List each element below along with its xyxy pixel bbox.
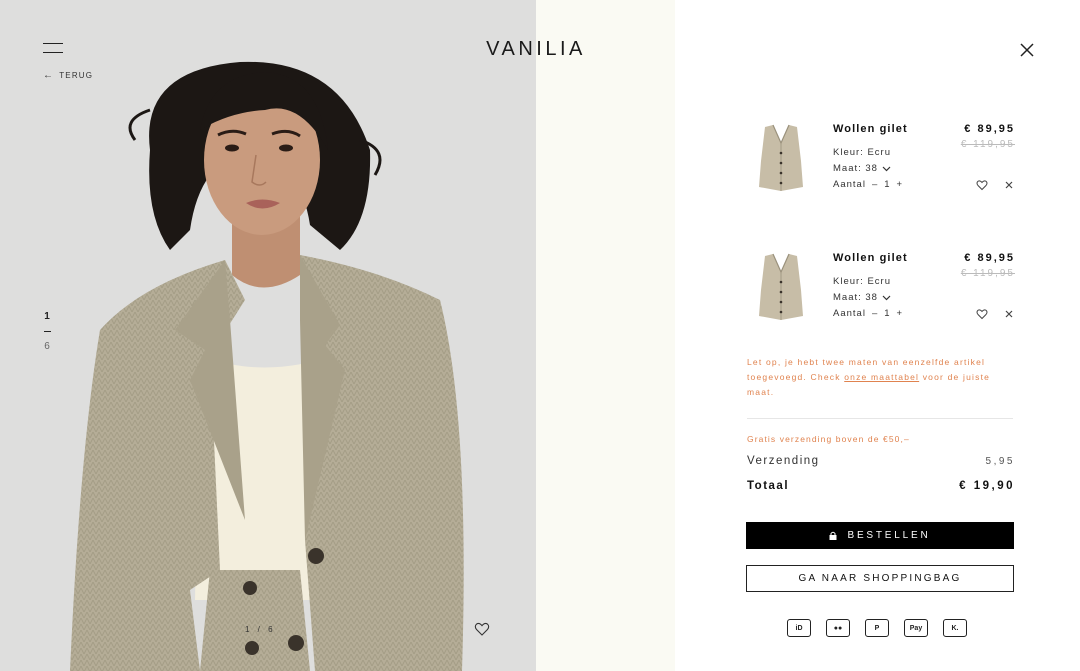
shipping-value: 5,95 <box>985 456 1015 467</box>
apple-pay-icon: Pay <box>904 619 928 637</box>
item-price: € 89,95 <box>964 252 1015 264</box>
arrow-left-icon: ← <box>43 69 55 81</box>
item-price: € 89,95 <box>964 123 1015 135</box>
size-label: Maat: 38 <box>833 163 878 174</box>
quantity-label: Aantal <box>833 179 866 190</box>
shoppingbag-button[interactable]: GA NAAR SHOPPINGBAG <box>746 565 1014 592</box>
chevron-down-icon <box>882 295 891 300</box>
shipping-label: Verzending <box>747 455 820 467</box>
brand-logo[interactable]: VANILIA <box>436 38 636 61</box>
chevron-down-icon <box>882 166 891 171</box>
free-shipping-note: Gratis verzending boven de €50,– <box>747 434 910 444</box>
slide-counter: 1 6 <box>42 311 52 352</box>
quantity-stepper: Aantal – 1 + <box>833 308 903 319</box>
model-illustration <box>0 0 536 671</box>
size-warning: Let op, je hebt twee maten van eenzelfde… <box>747 355 997 400</box>
slide-divider <box>43 331 51 332</box>
product-thumbnail[interactable] <box>751 121 811 193</box>
shipping-row: Verzending 5,95 <box>747 455 1015 467</box>
order-button[interactable]: BESTELLEN <box>746 522 1014 549</box>
remove-icon[interactable] <box>1003 308 1015 320</box>
heart-icon[interactable] <box>976 179 988 191</box>
slide-total: 6 <box>44 341 50 352</box>
quantity-minus-button[interactable]: – <box>872 179 878 190</box>
klarna-icon: K. <box>943 619 967 637</box>
cart-panel: Wollen gilet € 89,95 € 119,95 Kleur: Ecr… <box>675 0 1080 671</box>
paypal-icon: P <box>865 619 889 637</box>
divider <box>747 418 1013 419</box>
quantity-label: Aantal <box>833 308 866 319</box>
item-old-price: € 119,95 <box>960 139 1015 150</box>
payment-methods: iD ●● P Pay K. <box>787 619 967 637</box>
total-value: € 19,90 <box>959 480 1015 492</box>
close-icon[interactable] <box>1019 42 1035 58</box>
slide-current: 1 <box>44 311 50 322</box>
quantity-plus-button[interactable]: + <box>897 308 904 319</box>
size-selector[interactable]: Maat: 38 <box>833 292 891 303</box>
cart-item: Wollen gilet € 89,95 € 119,95 Kleur: Ecr… <box>747 121 1015 201</box>
backdrop-strip <box>536 0 675 671</box>
quantity-value: 1 <box>884 179 891 190</box>
ideal-icon: iD <box>787 619 811 637</box>
size-label: Maat: 38 <box>833 292 878 303</box>
size-selector[interactable]: Maat: 38 <box>833 163 891 174</box>
image-pager[interactable]: 1 / 6 <box>245 625 276 634</box>
remove-icon[interactable] <box>1003 179 1015 191</box>
quantity-value: 1 <box>884 308 891 319</box>
item-name[interactable]: Wollen gilet <box>833 123 908 135</box>
back-label: TERUG <box>59 71 94 80</box>
heart-icon[interactable] <box>474 621 490 637</box>
mastercard-icon: ●● <box>826 619 850 637</box>
quantity-plus-button[interactable]: + <box>897 179 904 190</box>
lock-icon <box>829 531 837 540</box>
size-chart-link[interactable]: onze maattabel <box>844 372 919 382</box>
cart-item: Wollen gilet € 89,95 € 119,95 Kleur: Ecr… <box>747 250 1015 330</box>
item-name[interactable]: Wollen gilet <box>833 252 908 264</box>
heart-icon[interactable] <box>976 308 988 320</box>
item-color: Kleur: Ecru <box>833 147 891 158</box>
quantity-minus-button[interactable]: – <box>872 308 878 319</box>
total-label: Totaal <box>747 480 790 492</box>
order-button-label: BESTELLEN <box>847 530 931 541</box>
back-link[interactable]: ← TERUG <box>43 69 94 81</box>
item-old-price: € 119,95 <box>960 268 1015 279</box>
product-thumbnail[interactable] <box>751 250 811 322</box>
quantity-stepper: Aantal – 1 + <box>833 179 903 190</box>
product-photo: ← TERUG 1 6 1 / 6 <box>0 0 536 671</box>
total-row: Totaal € 19,90 <box>747 480 1015 492</box>
item-color: Kleur: Ecru <box>833 276 891 287</box>
menu-icon[interactable] <box>43 41 63 55</box>
